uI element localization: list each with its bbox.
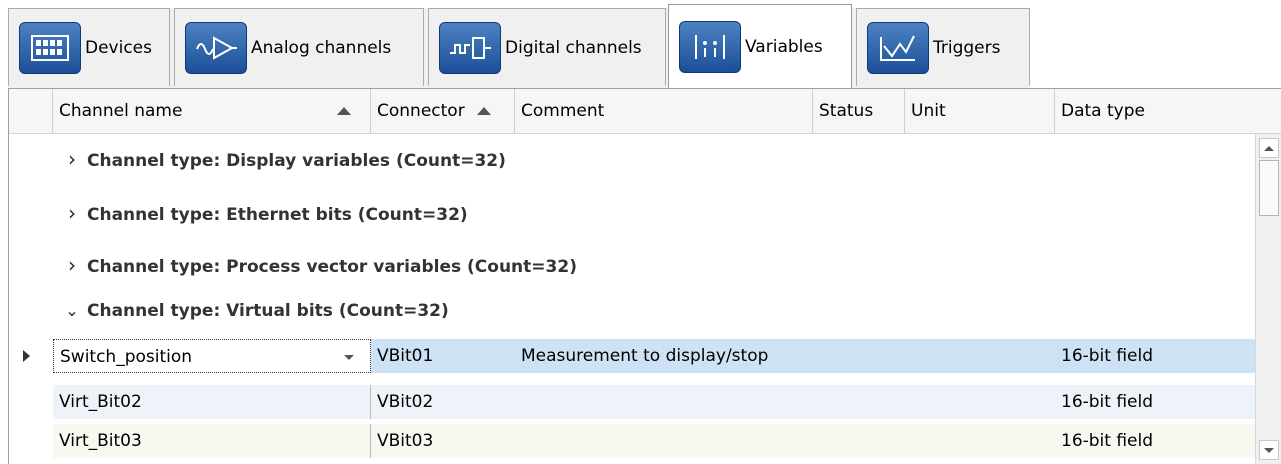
sort-ascending-icon [337,107,351,115]
tab-devices[interactable]: Devices [8,8,170,86]
scroll-down-button[interactable] [1259,440,1279,460]
grid-header: Channel name Connector Comment Status Un… [9,88,1281,134]
chevron-right-icon: › [68,253,76,277]
current-row-indicator-icon [23,350,30,362]
tab-analog-channels[interactable]: Analog channels [174,8,424,86]
group-label: Channel type: Virtual bits (Count=32) [87,301,449,321]
arrow-up-icon [1264,145,1274,151]
tab-variables-label: Variables [745,36,823,57]
tab-triggers-label: Triggers [933,37,1001,58]
digital-channel-icon [439,21,501,74]
tab-variables[interactable]: Variables [668,4,852,88]
chevron-right-icon: › [68,201,76,225]
column-header-status-label: Status [819,101,874,121]
column-header-connector[interactable]: Connector [371,89,515,133]
row-indicator-header [9,89,53,133]
connector-cell: VBit03 [377,431,434,451]
data-type-cell: 16-bit field [1061,346,1154,366]
column-header-unit-label: Unit [911,101,946,121]
table-row[interactable]: Virt_Bit02 VBit02 16-bit field [53,385,1255,419]
tab-strip: Devices Analog channels Digital channels [0,0,1281,88]
column-header-comment[interactable]: Comment [515,89,813,133]
channel-name-value: Switch_position [60,347,193,367]
devices-icon [19,21,81,74]
tab-digital-channels[interactable]: Digital channels [428,8,666,86]
column-header-status[interactable]: Status [813,89,905,133]
column-header-unit[interactable]: Unit [905,89,1055,133]
chevron-down-icon: ⌄ [65,301,79,320]
group-row-ethernet-bits[interactable]: › Channel type: Ethernet bits (Count=32) [57,192,468,234]
connector-cell: VBit02 [377,392,434,412]
channel-name-cell: Virt_Bit02 [53,385,371,419]
connector-cell: VBit01 [377,346,434,366]
column-header-channel-name-label: Channel name [59,101,183,121]
variables-icon [679,20,741,73]
table-row[interactable]: Virt_Bit03 VBit03 16-bit field [53,424,1255,458]
column-header-data-type[interactable]: Data type [1055,89,1281,133]
tab-triggers[interactable]: Triggers [856,8,1030,86]
tab-devices-label: Devices [85,37,152,58]
dropdown-arrow-icon[interactable] [344,355,354,360]
scrollbar-thumb[interactable] [1259,160,1279,216]
group-row-process-vector-variables[interactable]: › Channel type: Process vector variables … [57,244,577,286]
vertical-scrollbar[interactable] [1255,134,1281,464]
analog-channel-icon [185,21,247,74]
scroll-up-button[interactable] [1259,138,1279,158]
tab-analog-channels-label: Analog channels [251,37,392,58]
chevron-right-icon: › [68,147,76,171]
sort-ascending-icon [477,107,491,115]
column-header-connector-label: Connector [377,101,465,121]
column-header-comment-label: Comment [521,101,605,121]
data-type-cell: 16-bit field [1061,392,1154,412]
channel-name-cell: Virt_Bit03 [53,424,371,458]
table-row[interactable]: Switch_position VBit01 Measurement to di… [53,339,1255,373]
column-header-channel-name[interactable]: Channel name [53,89,371,133]
channel-grid: Channel name Connector Comment Status Un… [8,88,1281,464]
group-label: Channel type: Process vector variables (… [87,257,577,277]
triggers-icon [867,21,929,74]
group-label: Channel type: Display variables (Count=3… [87,151,506,171]
comment-cell: Measurement to display/stop [521,346,769,366]
arrow-down-icon [1264,447,1274,453]
column-header-data-type-label: Data type [1061,101,1145,121]
group-row-display-variables[interactable]: › Channel type: Display variables (Count=… [57,138,506,180]
channel-name-cell[interactable]: Switch_position [53,339,371,373]
tab-digital-channels-label: Digital channels [505,37,642,58]
group-row-virtual-bits[interactable]: ⌄ Channel type: Virtual bits (Count=32) [57,290,449,332]
data-type-cell: 16-bit field [1061,431,1154,451]
group-label: Channel type: Ethernet bits (Count=32) [87,205,468,225]
